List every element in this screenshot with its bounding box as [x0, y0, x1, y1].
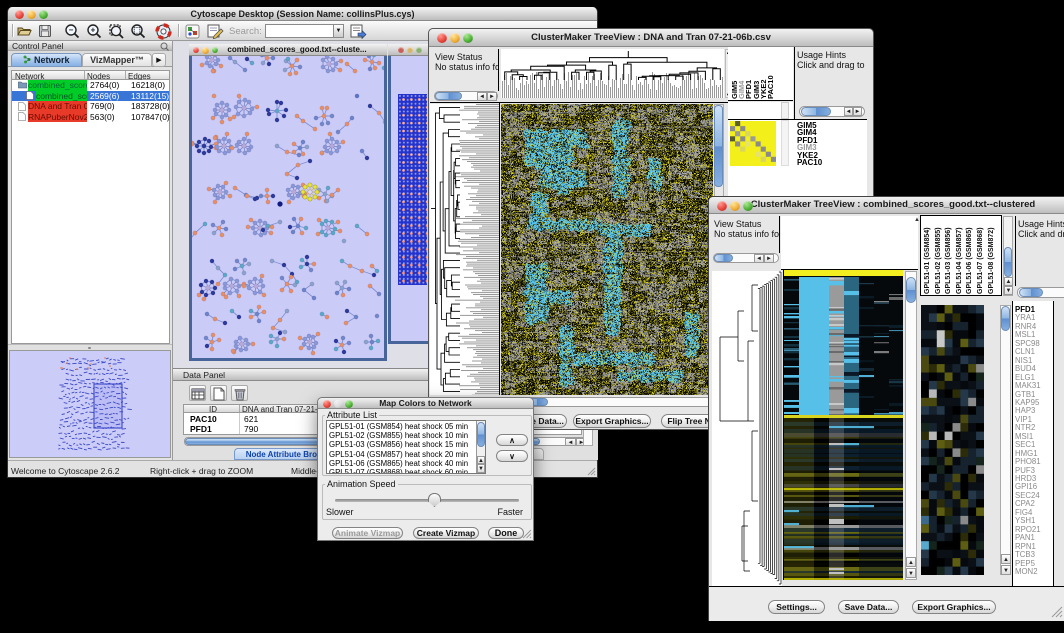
svg-text:+: +	[91, 26, 96, 35]
svg-text:⬚: ⬚	[133, 26, 141, 35]
svg-text:−: −	[69, 26, 74, 35]
